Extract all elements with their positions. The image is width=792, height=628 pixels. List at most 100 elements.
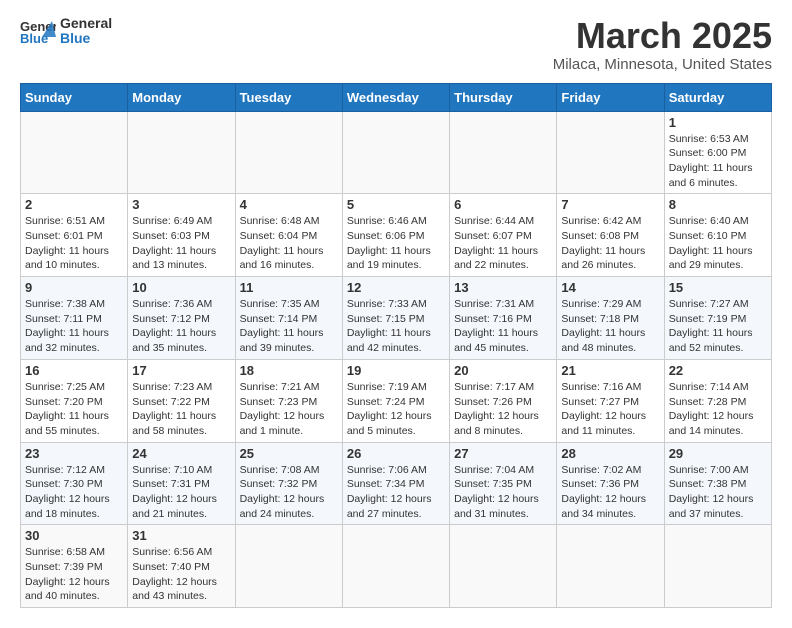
day-number: 27 [454,446,552,461]
day-info: Sunrise: 7:21 AM Sunset: 7:23 PM Dayligh… [240,380,338,439]
day-info: Sunrise: 7:33 AM Sunset: 7:15 PM Dayligh… [347,297,445,356]
calendar-cell: 21 Sunrise: 7:16 AM Sunset: 7:27 PM Dayli… [557,359,664,442]
day-info: Sunrise: 7:00 AM Sunset: 7:38 PM Dayligh… [669,463,767,522]
day-info: Sunrise: 7:38 AM Sunset: 7:11 PM Dayligh… [25,297,123,356]
calendar-cell [21,111,128,194]
day-number: 22 [669,363,767,378]
day-number: 26 [347,446,445,461]
day-info: Sunrise: 7:35 AM Sunset: 7:14 PM Dayligh… [240,297,338,356]
day-number: 13 [454,280,552,295]
calendar-cell: 18 Sunrise: 7:21 AM Sunset: 7:23 PM Dayli… [235,359,342,442]
day-number: 18 [240,363,338,378]
day-number: 20 [454,363,552,378]
weekday-row: Sunday Monday Tuesday Wednesday Thursday… [21,83,772,111]
day-info: Sunrise: 7:12 AM Sunset: 7:30 PM Dayligh… [25,463,123,522]
calendar-week-4: 16 Sunrise: 7:25 AM Sunset: 7:20 PM Dayli… [21,359,772,442]
header: General Blue General Blue March 2025 Mil… [20,16,772,73]
calendar-cell: 10Sunrise: 7:36 AM Sunset: 7:12 PM Dayli… [128,277,235,360]
day-info: Sunrise: 7:02 AM Sunset: 7:36 PM Dayligh… [561,463,659,522]
day-info: Sunrise: 6:49 AM Sunset: 6:03 PM Dayligh… [132,214,230,273]
location: Milaca, Minnesota, United States [553,56,772,73]
calendar-week-5: 23 Sunrise: 7:12 AM Sunset: 7:30 PM Dayli… [21,442,772,525]
day-info: Sunrise: 6:44 AM Sunset: 6:07 PM Dayligh… [454,214,552,273]
calendar-cell: 6 Sunrise: 6:44 AM Sunset: 6:07 PM Daylig… [450,194,557,277]
day-number: 21 [561,363,659,378]
day-info: Sunrise: 7:29 AM Sunset: 7:18 PM Dayligh… [561,297,659,356]
calendar-cell: 28Sunrise: 7:02 AM Sunset: 7:36 PM Dayli… [557,442,664,525]
day-info: Sunrise: 7:23 AM Sunset: 7:22 PM Dayligh… [132,380,230,439]
col-monday: Monday [128,83,235,111]
day-info: Sunrise: 6:42 AM Sunset: 6:08 PM Dayligh… [561,214,659,273]
calendar-cell [557,111,664,194]
day-number: 11 [240,280,338,295]
calendar-cell [450,111,557,194]
calendar-header: Sunday Monday Tuesday Wednesday Thursday… [21,83,772,111]
day-number: 23 [25,446,123,461]
calendar-cell: 23 Sunrise: 7:12 AM Sunset: 7:30 PM Dayli… [21,442,128,525]
calendar-cell: 15Sunrise: 7:27 AM Sunset: 7:19 PM Dayli… [664,277,771,360]
calendar-cell: 7Sunrise: 6:42 AM Sunset: 6:08 PM Daylig… [557,194,664,277]
day-info: Sunrise: 7:14 AM Sunset: 7:28 PM Dayligh… [669,380,767,439]
calendar-body: 1Sunrise: 6:53 AM Sunset: 6:00 PM Daylig… [21,111,772,608]
calendar-cell: 22 Sunrise: 7:14 AM Sunset: 7:28 PM Dayli… [664,359,771,442]
calendar-cell: 31Sunrise: 6:56 AM Sunset: 7:40 PM Dayli… [128,525,235,608]
logo: General Blue General Blue [20,16,112,47]
day-info: Sunrise: 7:08 AM Sunset: 7:32 PM Dayligh… [240,463,338,522]
day-number: 30 [25,528,123,543]
calendar-cell [342,111,449,194]
day-info: Sunrise: 7:25 AM Sunset: 7:20 PM Dayligh… [25,380,123,439]
day-info: Sunrise: 7:17 AM Sunset: 7:26 PM Dayligh… [454,380,552,439]
day-number: 2 [25,197,123,212]
calendar-cell: 2 Sunrise: 6:51 AM Sunset: 6:01 PM Daylig… [21,194,128,277]
day-info: Sunrise: 7:16 AM Sunset: 7:27 PM Dayligh… [561,380,659,439]
day-info: Sunrise: 6:46 AM Sunset: 6:06 PM Dayligh… [347,214,445,273]
svg-text:Blue: Blue [20,31,48,45]
logo-blue: Blue [60,31,112,46]
day-number: 16 [25,363,123,378]
calendar-cell: 30 Sunrise: 6:58 AM Sunset: 7:39 PM Dayli… [21,525,128,608]
calendar-cell [664,525,771,608]
day-info: Sunrise: 6:48 AM Sunset: 6:04 PM Dayligh… [240,214,338,273]
day-info: Sunrise: 6:51 AM Sunset: 6:01 PM Dayligh… [25,214,123,273]
calendar-week-2: 2 Sunrise: 6:51 AM Sunset: 6:01 PM Daylig… [21,194,772,277]
day-number: 31 [132,528,230,543]
day-info: Sunrise: 7:31 AM Sunset: 7:16 PM Dayligh… [454,297,552,356]
calendar-cell: 19 Sunrise: 7:19 AM Sunset: 7:24 PM Dayli… [342,359,449,442]
day-number: 19 [347,363,445,378]
day-info: Sunrise: 7:19 AM Sunset: 7:24 PM Dayligh… [347,380,445,439]
col-sunday: Sunday [21,83,128,111]
calendar-cell: 29Sunrise: 7:00 AM Sunset: 7:38 PM Dayli… [664,442,771,525]
calendar-cell [128,111,235,194]
col-tuesday: Tuesday [235,83,342,111]
day-info: Sunrise: 6:40 AM Sunset: 6:10 PM Dayligh… [669,214,767,273]
day-number: 5 [347,197,445,212]
calendar-cell: 8 Sunrise: 6:40 AM Sunset: 6:10 PM Daylig… [664,194,771,277]
calendar-cell: 13 Sunrise: 7:31 AM Sunset: 7:16 PM Dayli… [450,277,557,360]
day-number: 14 [561,280,659,295]
calendar-cell: 27 Sunrise: 7:04 AM Sunset: 7:35 PM Dayli… [450,442,557,525]
day-info: Sunrise: 7:27 AM Sunset: 7:19 PM Dayligh… [669,297,767,356]
day-info: Sunrise: 7:04 AM Sunset: 7:35 PM Dayligh… [454,463,552,522]
page: General Blue General Blue March 2025 Mil… [0,0,792,628]
col-wednesday: Wednesday [342,83,449,111]
calendar-cell: 12Sunrise: 7:33 AM Sunset: 7:15 PM Dayli… [342,277,449,360]
day-number: 25 [240,446,338,461]
calendar-table: Sunday Monday Tuesday Wednesday Thursday… [20,83,772,609]
day-number: 17 [132,363,230,378]
day-number: 4 [240,197,338,212]
calendar-cell: 1Sunrise: 6:53 AM Sunset: 6:00 PM Daylig… [664,111,771,194]
calendar-cell: 26 Sunrise: 7:06 AM Sunset: 7:34 PM Dayli… [342,442,449,525]
day-number: 8 [669,197,767,212]
calendar-cell: 24Sunrise: 7:10 AM Sunset: 7:31 PM Dayli… [128,442,235,525]
calendar-cell: 14 Sunrise: 7:29 AM Sunset: 7:18 PM Dayli… [557,277,664,360]
calendar-week-1: 1Sunrise: 6:53 AM Sunset: 6:00 PM Daylig… [21,111,772,194]
day-info: Sunrise: 7:06 AM Sunset: 7:34 PM Dayligh… [347,463,445,522]
calendar-cell [557,525,664,608]
calendar-cell: 11 Sunrise: 7:35 AM Sunset: 7:14 PM Dayli… [235,277,342,360]
day-number: 9 [25,280,123,295]
calendar-cell: 25 Sunrise: 7:08 AM Sunset: 7:32 PM Dayli… [235,442,342,525]
day-info: Sunrise: 6:58 AM Sunset: 7:39 PM Dayligh… [25,545,123,604]
day-info: Sunrise: 7:10 AM Sunset: 7:31 PM Dayligh… [132,463,230,522]
day-number: 6 [454,197,552,212]
logo-general: General [60,16,112,31]
